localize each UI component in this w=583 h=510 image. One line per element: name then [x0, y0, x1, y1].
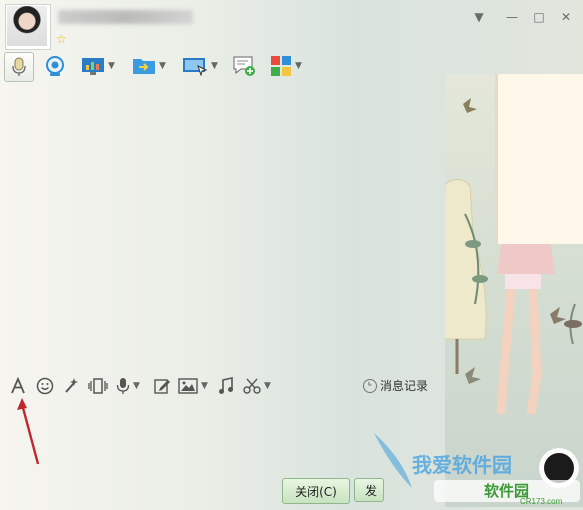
chevron-down-icon[interactable]: ▼ [133, 381, 140, 391]
edit-button[interactable] [153, 376, 171, 396]
maximize-button[interactable]: □ [530, 9, 548, 25]
message-history-label: 消息记录 [380, 379, 429, 393]
clock-icon [363, 378, 377, 393]
chevron-down-icon[interactable]: ▼ [108, 61, 115, 71]
contact-avatar[interactable] [7, 6, 47, 46]
webcam-icon [46, 56, 64, 76]
theme-window-frame [495, 74, 583, 244]
image-button[interactable]: ▼ [178, 376, 208, 396]
message-history-button[interactable]: 消息记录 [363, 377, 428, 394]
share-screen-button[interactable]: ▼ [182, 52, 218, 80]
watermark-domain: CR173.com [520, 497, 563, 506]
annotation-arrow [17, 398, 40, 465]
screenshot-button[interactable]: ▼ [243, 376, 271, 396]
chevron-down-icon[interactable]: ▼ [159, 61, 166, 71]
voice-call-button[interactable] [4, 52, 34, 82]
voice-message-button[interactable]: ▼ [116, 376, 140, 396]
font-icon [11, 377, 25, 394]
music-button[interactable] [217, 376, 235, 396]
shake-window-icon [88, 378, 108, 394]
star-icon[interactable]: ☆ [56, 32, 67, 46]
music-icon [219, 377, 233, 394]
apps-grid-icon [271, 56, 291, 76]
close-button[interactable]: 关闭(C) [282, 478, 350, 504]
message-button[interactable] [232, 52, 256, 80]
chevron-down-icon[interactable]: ▼ [264, 381, 271, 391]
close-window-button[interactable]: ✕ [557, 9, 575, 25]
magic-wand-icon [65, 378, 78, 393]
chevron-down-icon[interactable]: ▼ [295, 61, 302, 71]
video-call-button[interactable] [44, 52, 66, 80]
send-file-button[interactable]: ▼ [132, 52, 166, 80]
edit-icon [154, 379, 170, 394]
apps-button[interactable]: ▼ [270, 52, 302, 80]
minimize-button[interactable]: — [503, 9, 521, 25]
folder-transfer-icon [133, 59, 155, 74]
image-icon [178, 378, 198, 394]
voice-icon [116, 378, 130, 394]
dropdown-icon[interactable]: ▼ [470, 9, 488, 25]
title-bar: ☆ ▼ — □ ✕ [0, 0, 583, 50]
monitor-share-icon [183, 58, 208, 76]
watermark-brand: 我爱软件园 [412, 453, 512, 477]
chevron-down-icon[interactable]: ▼ [201, 381, 208, 391]
font-button[interactable] [9, 376, 27, 396]
microphone-icon [12, 57, 26, 76]
chevron-down-icon[interactable]: ▼ [211, 61, 218, 71]
message-display-area[interactable] [0, 84, 445, 369]
contact-name-blurred [58, 10, 193, 24]
scissors-icon [243, 378, 261, 394]
shake-button[interactable] [88, 376, 108, 396]
site-watermark: 我爱软件园 软件园 CR173.com [372, 428, 583, 507]
emoji-button[interactable] [36, 376, 54, 396]
screen-chart-icon [82, 58, 104, 75]
emoji-icon [36, 377, 54, 395]
magic-button[interactable] [62, 376, 80, 396]
message-add-icon [233, 56, 255, 76]
remote-assist-button[interactable]: ▼ [81, 52, 115, 80]
